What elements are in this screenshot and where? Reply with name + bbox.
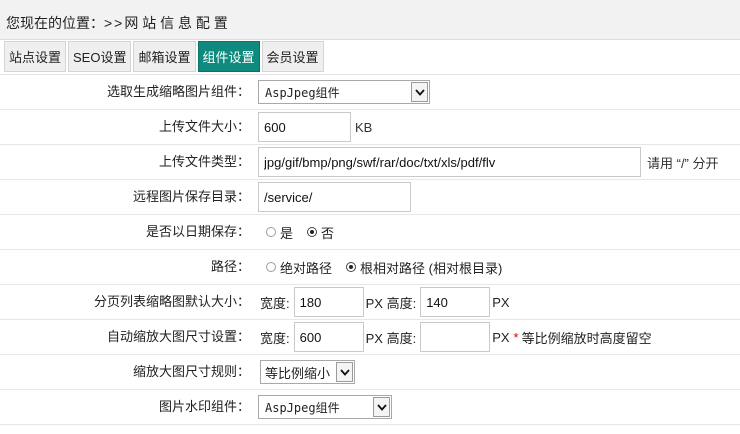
tab-site-settings[interactable]: 站点设置: [4, 41, 67, 72]
thumb-component-value: AspJpeg组件: [265, 85, 340, 100]
upload-types-label: 上传文件类型：: [158, 154, 250, 169]
row-list-thumb-size: 分页列表缩略图默认大小： 宽度: PX 高度: PX: [0, 285, 740, 320]
auto-resize-width-input[interactable]: [293, 322, 364, 352]
resize-rule-label: 缩放大图尺寸规则：: [132, 364, 250, 379]
radio-button-icon[interactable]: [266, 227, 276, 237]
row-thumb-component: 选取生成缩略图片组件： AspJpeg组件: [0, 75, 740, 110]
upload-types-hint: 请用 “/” 分开: [647, 155, 719, 171]
save-by-date-no-option[interactable]: 否: [307, 223, 334, 242]
breadcrumb-separator: >>: [104, 15, 125, 31]
auto-resize-label: 自动缩放大图尺寸设置：: [106, 329, 250, 344]
thumb-component-select[interactable]: AspJpeg组件: [258, 80, 430, 104]
row-save-by-date: 是否以日期保存： 是 否: [0, 215, 740, 250]
path-label: 路径：: [210, 259, 250, 274]
chevron-down-icon: [373, 397, 390, 417]
auto-resize-height-label: PX 高度:: [365, 330, 417, 346]
breadcrumb-prefix: 您现在的位置：: [6, 15, 104, 31]
thumb-component-label: 选取生成缩略图片组件：: [106, 84, 250, 99]
list-thumb-width-label: 宽度:: [260, 295, 290, 311]
watermark-component-label: 图片水印组件：: [158, 399, 250, 414]
row-auto-resize: 自动缩放大图尺寸设置： 宽度: PX 高度: PX * 等比例缩放时高度留空: [0, 320, 740, 355]
radio-button-icon[interactable]: [266, 262, 276, 272]
auto-resize-note: 等比例缩放时高度留空: [521, 330, 652, 346]
list-thumb-unit: PX: [492, 294, 510, 310]
tab-member-settings[interactable]: 会员设置: [261, 41, 324, 72]
auto-resize-height-input[interactable]: [420, 322, 491, 352]
upload-size-input[interactable]: [258, 112, 351, 142]
remote-dir-label: 远程图片保存目录：: [132, 189, 250, 204]
row-watermark-component: 图片水印组件： AspJpeg组件: [0, 390, 740, 425]
list-thumb-height-label: PX 高度:: [365, 295, 417, 311]
auto-resize-unit: PX: [492, 329, 510, 345]
save-by-date-no-label: 否: [321, 225, 335, 241]
list-thumb-size-label: 分页列表缩略图默认大小：: [93, 294, 250, 309]
required-star: *: [513, 329, 519, 345]
chevron-down-icon: [411, 82, 428, 102]
chevron-down-icon: [336, 362, 353, 382]
row-resize-rule: 缩放大图尺寸规则： 等比例缩小: [0, 355, 740, 390]
auto-resize-width-label: 宽度:: [260, 330, 290, 346]
list-thumb-height-input[interactable]: [420, 287, 491, 317]
path-relative-option[interactable]: 根相对路径 (相对根目录): [346, 258, 502, 277]
row-upload-types: 上传文件类型： 请用 “/” 分开: [0, 145, 740, 180]
row-upload-size: 上传文件大小： KB: [0, 110, 740, 145]
path-relative-label: 根相对路径 (相对根目录): [360, 260, 503, 276]
resize-rule-select[interactable]: 等比例缩小: [260, 360, 355, 384]
watermark-component-select[interactable]: AspJpeg组件: [258, 395, 392, 419]
radio-button-icon[interactable]: [307, 227, 318, 237]
tab-mail-settings[interactable]: 邮箱设置: [133, 41, 196, 72]
path-absolute-option[interactable]: 绝对路径: [266, 258, 332, 277]
settings-tabs: 站点设置 SEO设置 邮箱设置 组件设置 会员设置: [4, 41, 326, 72]
breadcrumb: 您现在的位置：>>网 站 信 息 配 置: [0, 0, 740, 40]
save-by-date-label: 是否以日期保存：: [145, 224, 250, 239]
remote-dir-input[interactable]: [258, 182, 411, 212]
tab-component-settings[interactable]: 组件设置: [197, 41, 260, 72]
tab-seo-settings[interactable]: SEO设置: [68, 41, 132, 72]
upload-size-unit: KB: [355, 119, 373, 135]
upload-types-input[interactable]: [258, 147, 641, 177]
radio-button-icon[interactable]: [346, 262, 357, 272]
watermark-component-value: AspJpeg组件: [265, 400, 340, 415]
upload-size-label: 上传文件大小：: [158, 119, 250, 134]
resize-rule-value: 等比例缩小: [265, 366, 331, 382]
breadcrumb-current: 网 站 信 息 配 置: [124, 15, 228, 31]
list-thumb-width-input[interactable]: [293, 287, 364, 317]
row-remote-dir: 远程图片保存目录：: [0, 180, 740, 215]
path-absolute-label: 绝对路径: [280, 260, 333, 276]
row-path: 路径： 绝对路径 根相对路径 (相对根目录): [0, 250, 740, 285]
save-by-date-yes-option[interactable]: 是: [266, 223, 293, 242]
component-settings-form: 选取生成缩略图片组件： AspJpeg组件 上传文件大小： KB 上传文件类型：…: [0, 74, 740, 425]
save-by-date-yes-label: 是: [280, 225, 294, 241]
